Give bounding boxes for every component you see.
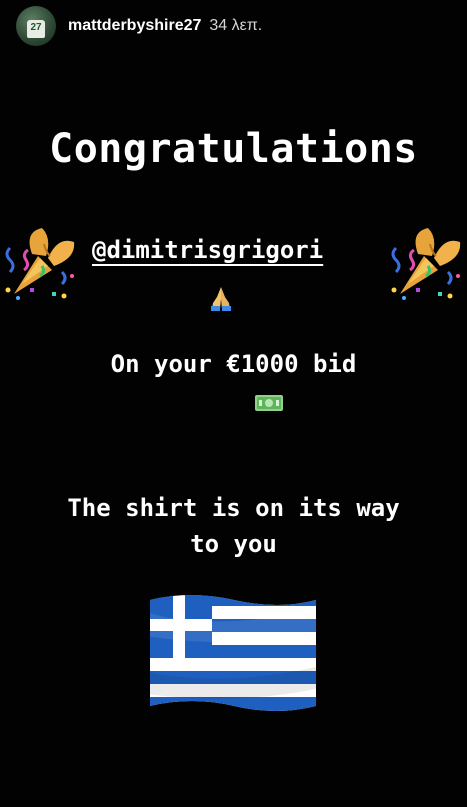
banknote-icon [255,395,283,411]
folded-hands-icon [211,287,231,311]
story-screen: 27 mattderbyshire27 34 λεπ. Congratulati… [0,0,467,807]
avatar-shirt-number: 27 [30,22,42,33]
party-popper-icon [391,228,461,300]
username[interactable]: mattderbyshire27 [68,17,201,35]
shirt-message-line1: The shirt is on its way [67,494,400,522]
congratulations-title: Congratulations [49,126,418,172]
avatar[interactable]: 27 [16,6,56,46]
bid-text: On your €1000 bid [110,350,357,378]
story-header: 27 mattderbyshire27 34 λεπ. [16,6,262,46]
shirt-message-line2: to you [190,530,277,558]
greek-flag-icon [150,595,316,711]
party-popper-icon [5,228,75,300]
mention-link[interactable]: @dimitrisgrigori [92,236,323,264]
timestamp: 34 λεπ. [209,17,263,34]
